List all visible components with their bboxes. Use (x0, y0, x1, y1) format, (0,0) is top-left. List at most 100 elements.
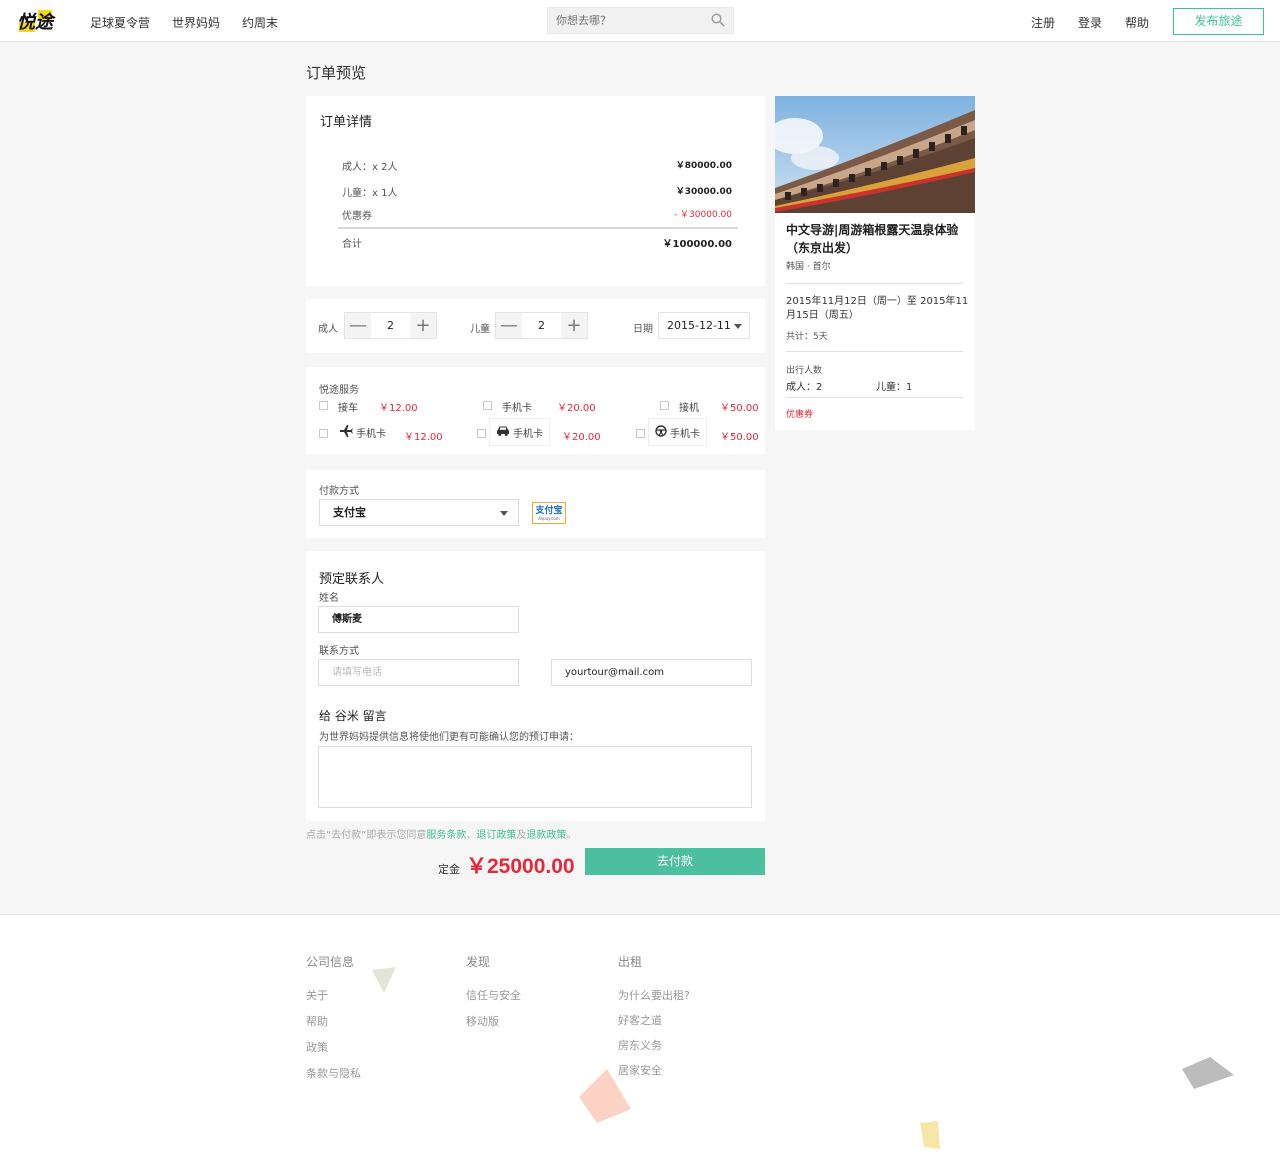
register-link[interactable]: 注册 (1031, 14, 1055, 31)
trip-adults: 成人：2 (786, 382, 823, 393)
email-field[interactable]: yourtour@mail.com (551, 659, 752, 686)
service-option-airport-sim[interactable]: 手机卡 (332, 418, 393, 446)
footer-link[interactable]: 房东义务 (618, 1037, 690, 1053)
footer-link[interactable]: 政策 (306, 1039, 361, 1055)
payment-method-select[interactable]: 支付宝 (319, 499, 519, 526)
footer-link[interactable]: 帮助 (306, 1013, 361, 1029)
footer-link[interactable]: 条款与隐私 (306, 1065, 361, 1081)
traveler-count-title: 出行人数 (786, 366, 823, 376)
login-link[interactable]: 登录 (1078, 14, 1102, 31)
plus-icon[interactable]: + (561, 313, 587, 338)
order-row-label: 儿童：x 1人 (342, 188, 398, 199)
service-option-driver-sim[interactable]: 手机卡 (648, 418, 707, 446)
pay-button[interactable]: 去付款 (585, 848, 765, 875)
child-count-label: 儿童 (470, 324, 490, 335)
terms-link[interactable]: 服务条款 (426, 830, 466, 841)
name-field[interactable]: 傅斯麦 (318, 606, 519, 633)
footer-link[interactable]: 为什么要出租? (618, 987, 690, 1003)
top-header: 悦途 足球夏令营 世界妈妈 约周末 注册 登录 帮助 发布旅途 (0, 0, 1280, 42)
agreement-note: 点击“去付款”即表示您同意服务条款、退订政策及退款政策。 (306, 826, 576, 841)
minus-icon[interactable]: — (496, 313, 522, 338)
footer-heading: 出租 (618, 955, 643, 969)
order-row-adults: 成人：x 2人 ￥80000.00 (342, 158, 732, 173)
order-row-label: 优惠券 (342, 211, 372, 222)
deposit-amount: ￥25000.00 (466, 855, 575, 878)
order-row-children: 儿童：x 1人 ￥30000.00 (342, 184, 732, 199)
service-price: ￥20.00 (557, 403, 596, 414)
svg-text:悦途: 悦途 (17, 12, 56, 33)
refund-policy-link[interactable]: 退款政策 (526, 830, 566, 841)
service-price: ￥50.00 (720, 403, 759, 414)
adult-count-label: 成人 (318, 324, 338, 335)
footer-col-discover: 发现 信任与安全 移动版 (466, 953, 521, 1039)
date-select[interactable]: 2015-12-11 (658, 312, 750, 339)
agreement-suffix: 。 (566, 830, 577, 841)
trip-children: 儿童：1 (876, 382, 913, 393)
trip-summary-card: 中文导游|周游箱根露天温泉体验（东京出发） 韩国 · 首尔 2015年11月12… (775, 96, 975, 430)
account-links: 注册 登录 帮助 (1031, 14, 1149, 31)
footer-link[interactable]: 移动版 (466, 1013, 521, 1029)
service-price: ￥12.00 (379, 403, 418, 414)
child-count-value[interactable]: 2 (522, 313, 561, 338)
service-name: 接车 (338, 403, 358, 414)
footer-link[interactable]: 关于 (306, 987, 361, 1003)
alipay-logo: 支付宝 Alipay.com (532, 502, 566, 524)
car-icon (496, 425, 510, 440)
nav-item-world-moms[interactable]: 世界妈妈 (172, 14, 220, 31)
service-option-car-sim[interactable]: 手机卡 (489, 418, 550, 446)
decorative-shape (372, 967, 396, 993)
order-row-amount: ￥30000.00 (675, 187, 732, 197)
service-name: 接机 (679, 403, 699, 414)
chevron-down-icon (734, 324, 742, 329)
service-checkbox[interactable] (636, 429, 645, 438)
minus-icon[interactable]: — (345, 313, 371, 338)
adult-count-value[interactable]: 2 (371, 313, 410, 338)
service-price: ￥50.00 (720, 432, 759, 443)
main-nav: 足球夏令营 世界妈妈 约周末 (90, 14, 278, 31)
footer-link[interactable]: 好客之道 (618, 1012, 690, 1028)
service-checkbox[interactable] (319, 429, 328, 438)
order-row-total: 合计 ￥100000.00 (342, 235, 732, 250)
search-icon[interactable] (711, 13, 725, 30)
trip-dates: 2015年11月12日（周一）至 2015年11月15日（周五） (786, 296, 969, 321)
footer-heading: 公司信息 (306, 955, 355, 969)
service-price: ￥20.00 (562, 432, 601, 443)
service-checkbox[interactable] (483, 401, 492, 410)
nav-item-weekend[interactable]: 约周末 (242, 14, 278, 31)
help-link[interactable]: 帮助 (1125, 14, 1149, 31)
alipay-logo-text: 支付宝 (535, 505, 563, 516)
divider (786, 283, 963, 284)
service-checkbox[interactable] (319, 401, 328, 410)
search-box (547, 7, 734, 34)
payment-method-value: 支付宝 (333, 506, 366, 519)
site-footer: 公司信息 关于 帮助 政策 条款与隐私 发现 信任与安全 移动版 出租 为什么要… (0, 914, 1280, 1173)
decorative-shape (920, 1121, 940, 1149)
publish-trip-button[interactable]: 发布旅途 (1173, 8, 1264, 35)
contact-method-label: 联系方式 (319, 646, 359, 657)
phone-field[interactable]: 请填写电话 (318, 659, 519, 686)
plus-icon[interactable]: + (410, 313, 436, 338)
footer-link[interactable]: 信任与安全 (466, 987, 521, 1003)
payment-card: 付款方式 支付宝 支付宝 Alipay.com (306, 470, 765, 538)
order-details-title: 订单详情 (320, 115, 373, 130)
name-label: 姓名 (319, 593, 339, 604)
footer-heading: 发现 (466, 955, 491, 969)
adult-stepper: — 2 + (344, 312, 437, 339)
coupon-link[interactable]: 优惠券 (786, 407, 813, 420)
payment-title: 付款方式 (319, 486, 359, 497)
nav-item-football-camp[interactable]: 足球夏令营 (90, 14, 150, 31)
search-input[interactable] (548, 8, 698, 33)
message-textarea[interactable] (318, 746, 752, 808)
chevron-down-icon (500, 511, 508, 516)
order-row-coupon: 优惠券 - ￥30000.00 (342, 207, 732, 222)
order-details-card: 订单详情 成人：x 2人 ￥80000.00 儿童：x 1人 ￥30000.00… (306, 96, 765, 286)
trip-name[interactable]: 中文导游|周游箱根露天温泉体验（东京出发） (786, 221, 968, 257)
trip-duration: 共计：5天 (786, 332, 828, 342)
date-label: 日期 (633, 324, 653, 335)
site-logo[interactable]: 悦途 (16, 8, 60, 34)
service-checkbox[interactable] (660, 401, 669, 410)
cancellation-policy-link[interactable]: 退订政策 (476, 830, 516, 841)
child-stepper: — 2 + (495, 312, 588, 339)
order-row-amount: - ￥30000.00 (673, 210, 732, 220)
service-checkbox[interactable] (477, 429, 486, 438)
